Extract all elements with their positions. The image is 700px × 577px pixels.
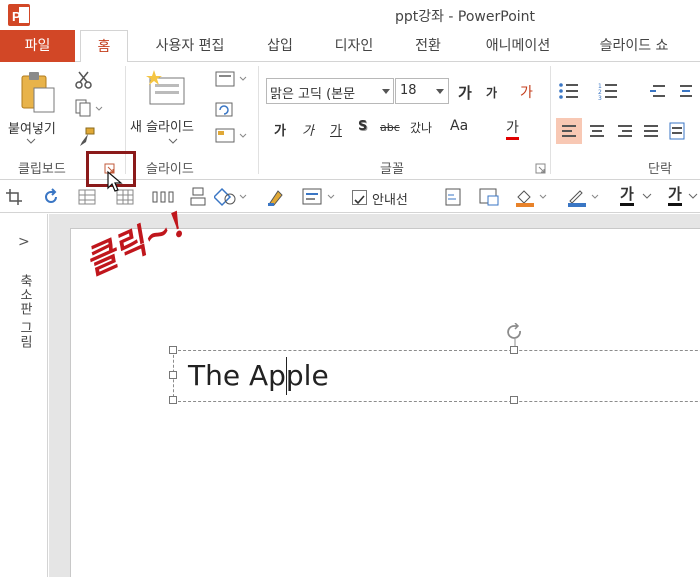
italic-button[interactable]: 가 (302, 120, 314, 139)
clipboard-group-label: 클립보드 (18, 162, 66, 177)
resize-handle[interactable] (169, 346, 177, 354)
grow-font-button[interactable]: 가 (458, 82, 472, 103)
tab-animations[interactable]: 애니메이션 (466, 30, 570, 62)
resize-handle[interactable] (169, 371, 177, 379)
shape-effect-icon[interactable] (442, 187, 464, 207)
brush-icon[interactable] (266, 187, 286, 207)
font-name-dropdown[interactable]: 맑은 고딕 (본문 (266, 78, 394, 104)
font-dialog-launcher-icon[interactable] (535, 163, 547, 175)
window-title: ppt강좌 - PowerPoint (394, 9, 536, 25)
character-spacing-button[interactable]: 갔나 (410, 119, 432, 136)
svg-text:3: 3 (598, 95, 602, 102)
mouse-pointer-icon (107, 170, 123, 192)
text-box-icon[interactable] (302, 188, 338, 206)
guides-label: 안내선 (372, 193, 408, 208)
title-bar: P ppt강좌 - PowerPoint (0, 0, 700, 30)
new-slide-icon[interactable] (146, 68, 188, 108)
shape-outline-icon[interactable] (214, 187, 248, 207)
section-icon[interactable] (214, 126, 250, 146)
slide-editor[interactable]: The Apple (49, 214, 700, 577)
crop-icon[interactable] (6, 189, 22, 205)
paste-button-label[interactable]: 붙여넣기 (8, 118, 56, 137)
new-slide-button-label[interactable]: 새 슬라이드 (130, 116, 194, 135)
checkmark-icon (354, 195, 365, 205)
tab-file[interactable]: 파일 (0, 30, 75, 62)
chevron-down-icon[interactable] (168, 138, 178, 144)
text-fill-button[interactable]: 가 (620, 185, 634, 206)
slides-group-label: 슬라이드 (146, 162, 194, 177)
shape-line-color-icon[interactable] (566, 187, 602, 207)
text-outline-button[interactable]: 가 (668, 185, 682, 206)
chevron-down-icon[interactable] (642, 193, 652, 199)
font-color-button[interactable]: 가 (506, 117, 519, 140)
reset-slide-icon[interactable] (214, 100, 236, 120)
expand-pane-chevron-icon[interactable]: > (18, 234, 30, 250)
paragraph-group-label: 단락 (648, 162, 672, 177)
shadow-button[interactable]: S (358, 119, 367, 134)
clear-formatting-button[interactable]: 가 (520, 82, 533, 102)
chevron-down-icon (436, 89, 444, 94)
resize-handle[interactable] (169, 396, 177, 404)
underline-button[interactable]: 가 (330, 120, 342, 139)
format-painter-icon[interactable] (76, 126, 98, 148)
tab-transitions[interactable]: 전환 (400, 30, 456, 62)
strikethrough-button[interactable]: abc (380, 121, 400, 134)
tab-slideshow[interactable]: 슬라이드 쇼 (584, 30, 684, 62)
font-size-value: 18 (400, 83, 417, 98)
tab-insert[interactable]: 삽입 (252, 30, 308, 62)
chevron-down-icon[interactable] (26, 138, 36, 144)
copy-icon[interactable] (74, 98, 104, 118)
resize-handle[interactable] (510, 346, 518, 354)
alignment-buttons[interactable] (556, 118, 696, 144)
text-placeholder[interactable]: The Apple (169, 346, 700, 404)
change-case-button[interactable]: Aa (450, 118, 468, 134)
table-icon[interactable] (78, 189, 96, 205)
thumbnail-pane[interactable]: > 축소판 그림 (0, 214, 48, 577)
cut-icon[interactable] (74, 70, 94, 90)
rotate-icon[interactable] (42, 188, 60, 206)
thumbnail-pane-label: 축소판 그림 (17, 274, 32, 350)
paste-icon[interactable] (18, 70, 58, 114)
tab-custom-edit[interactable]: 사용자 편집 (140, 30, 240, 62)
tab-design[interactable]: 디자인 (320, 30, 388, 62)
slide-canvas[interactable]: The Apple (70, 228, 700, 577)
guides-checkbox[interactable] (352, 190, 367, 205)
text-cursor (286, 357, 287, 395)
picture-frame-icon[interactable] (478, 187, 500, 207)
layout-icon[interactable] (214, 70, 250, 88)
tab-home[interactable]: 홈 (80, 30, 128, 63)
group-icon[interactable] (190, 187, 206, 207)
font-name-value: 맑은 고딕 (본문 (270, 87, 356, 102)
slide-text[interactable]: The Apple (188, 359, 329, 392)
shape-fill-icon[interactable] (514, 187, 550, 207)
chevron-down-icon (382, 89, 390, 94)
font-group-label: 글꼴 (380, 162, 404, 177)
chevron-down-icon[interactable] (688, 193, 698, 199)
font-size-dropdown[interactable]: 18 (395, 78, 449, 104)
shrink-font-button[interactable]: 가 (486, 84, 497, 101)
resize-handle[interactable] (510, 396, 518, 404)
ribbon-tabs: 파일 홈 사용자 편집 삽입 디자인 전환 애니메이션 슬라이드 쇼 (0, 30, 700, 63)
list-buttons[interactable]: 123 (558, 80, 698, 102)
bold-button[interactable]: 가 (274, 120, 286, 139)
